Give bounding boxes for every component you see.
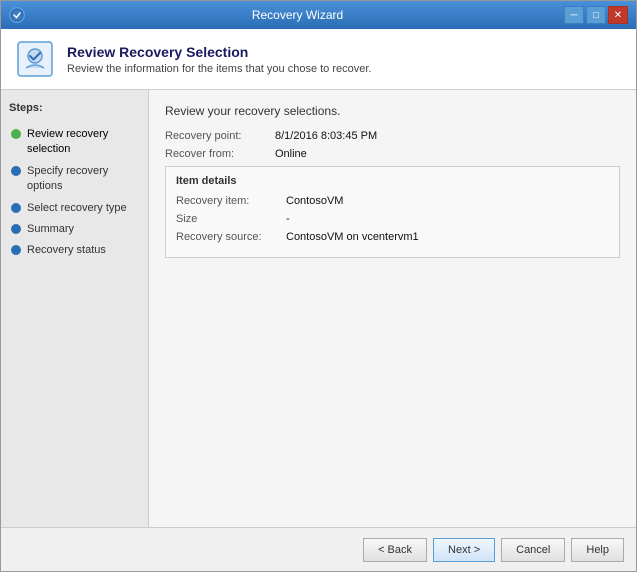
- recovery-point-value: 8/1/2016 8:03:45 PM: [275, 130, 377, 142]
- header-title: Review Recovery Selection: [67, 44, 371, 60]
- sidebar-item-specify[interactable]: Specify recovery options: [9, 161, 140, 198]
- recover-from-label: Recover from:: [165, 148, 275, 160]
- content-area: Steps: Review recovery selection Specify…: [1, 90, 636, 527]
- close-button[interactable]: ✕: [608, 6, 628, 24]
- size-row: Size -: [176, 213, 609, 225]
- footer: < Back Next > Cancel Help: [1, 527, 636, 571]
- step-dot-1: [11, 129, 21, 139]
- title-controls: ─ □ ✕: [564, 6, 628, 24]
- header-area: Review Recovery Selection Review the inf…: [1, 29, 636, 90]
- help-button[interactable]: Help: [571, 538, 624, 562]
- sidebar-item-label-1: Review recovery selection: [27, 127, 138, 158]
- recovery-wizard-window: Recovery Wizard ─ □ ✕ Review Recovery Se…: [0, 0, 637, 572]
- recovery-point-label: Recovery point:: [165, 130, 275, 142]
- sidebar-item-label-4: Summary: [27, 222, 74, 237]
- recovery-item-label: Recovery item:: [176, 195, 286, 207]
- sidebar-item-label-2: Specify recovery options: [27, 164, 138, 195]
- sidebar-item-label-3: Select recovery type: [27, 201, 127, 216]
- step-dot-2: [11, 166, 21, 176]
- window-title: Recovery Wizard: [31, 8, 564, 22]
- maximize-button[interactable]: □: [586, 6, 606, 24]
- cancel-button[interactable]: Cancel: [501, 538, 565, 562]
- recovery-source-row: Recovery source: ContosoVM on vcentervm1: [176, 231, 609, 243]
- review-text: Review your recovery selections.: [165, 104, 620, 118]
- main-content: Review your recovery selections. Recover…: [149, 90, 636, 527]
- sidebar-item-label-5: Recovery status: [27, 243, 106, 258]
- back-button[interactable]: < Back: [363, 538, 427, 562]
- recovery-item-value: ContosoVM: [286, 195, 343, 207]
- recovery-point-row: Recovery point: 8/1/2016 8:03:45 PM: [165, 130, 620, 142]
- header-subtitle: Review the information for the items tha…: [67, 63, 371, 75]
- next-button[interactable]: Next >: [433, 538, 495, 562]
- header-icon: [15, 39, 55, 79]
- item-details-box: Item details Recovery item: ContosoVM Si…: [165, 166, 620, 258]
- sidebar-item-status[interactable]: Recovery status: [9, 240, 140, 261]
- recover-from-value: Online: [275, 148, 307, 160]
- size-label: Size: [176, 213, 286, 225]
- step-dot-5: [11, 245, 21, 255]
- title-bar: Recovery Wizard ─ □ ✕: [1, 1, 636, 29]
- size-value: -: [286, 213, 290, 225]
- step-dot-3: [11, 203, 21, 213]
- minimize-button[interactable]: ─: [564, 6, 584, 24]
- recovery-item-row: Recovery item: ContosoVM: [176, 195, 609, 207]
- app-icon: [9, 7, 25, 23]
- sidebar: Steps: Review recovery selection Specify…: [1, 90, 149, 527]
- sidebar-item-summary[interactable]: Summary: [9, 219, 140, 240]
- step-dot-4: [11, 224, 21, 234]
- recover-from-row: Recover from: Online: [165, 148, 620, 160]
- sidebar-item-review[interactable]: Review recovery selection: [9, 124, 140, 161]
- header-text: Review Recovery Selection Review the inf…: [67, 44, 371, 75]
- item-details-title: Item details: [176, 175, 609, 187]
- sidebar-item-select-type[interactable]: Select recovery type: [9, 198, 140, 219]
- recovery-source-label: Recovery source:: [176, 231, 286, 243]
- recovery-source-value: ContosoVM on vcentervm1: [286, 231, 419, 243]
- sidebar-title: Steps:: [9, 102, 140, 114]
